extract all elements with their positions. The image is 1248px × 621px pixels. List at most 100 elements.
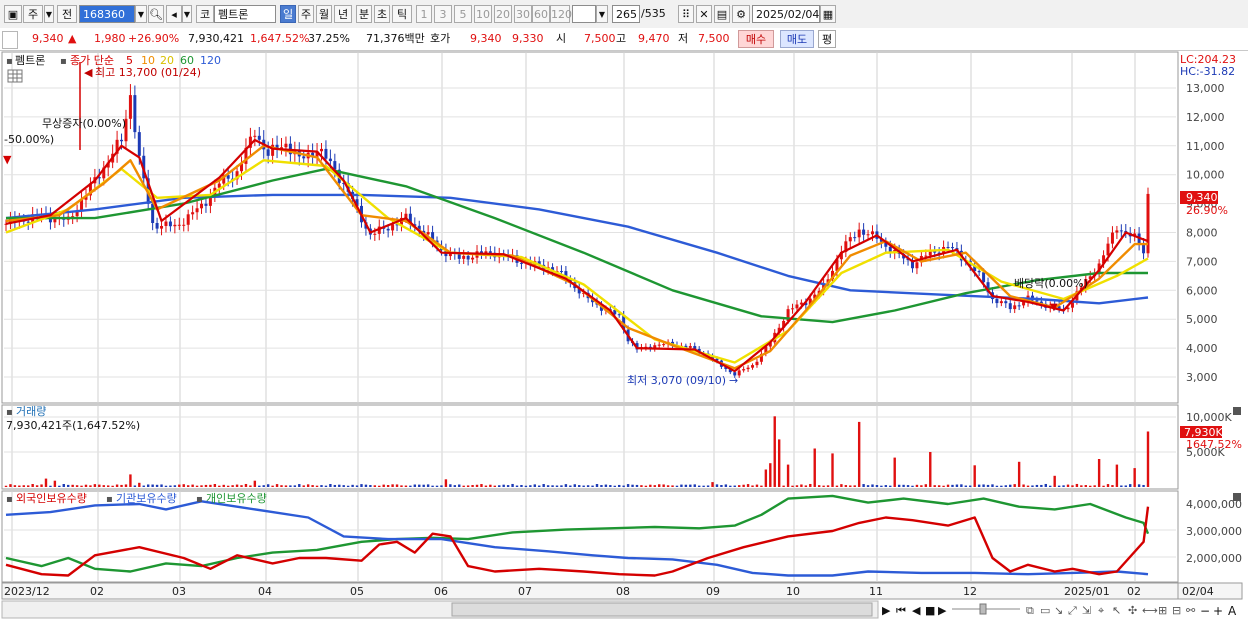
measure-icon[interactable]: ⟷: [1142, 604, 1158, 617]
tab-main[interactable]: 주: [23, 5, 43, 23]
volume-bar: [413, 484, 417, 487]
view-mode-icon[interactable]: ⧉: [1026, 604, 1034, 617]
volume-bar: [560, 485, 563, 487]
stock-name-field[interactable]: 펨트론: [214, 5, 276, 23]
period-year[interactable]: 년: [334, 5, 352, 23]
prev-button[interactable]: 전: [57, 5, 77, 23]
compare-icon[interactable]: ⊟: [1172, 604, 1181, 617]
search-icon[interactable]: 🔍︎: [148, 5, 164, 23]
volume-bar: [498, 485, 501, 487]
grid-icon[interactable]: ⠿: [678, 5, 694, 23]
crosshair-bottom-icon[interactable]: ⌖: [1098, 604, 1104, 617]
crosshair-icon[interactable]: ✕: [696, 5, 712, 23]
collapse-icon[interactable]: [2, 31, 18, 49]
fit-icon[interactable]: ⇲: [1082, 604, 1091, 617]
link-icon[interactable]: ⚯: [1186, 604, 1196, 617]
volume-bar: [404, 485, 408, 487]
holdings-panel-close-icon[interactable]: [1233, 493, 1241, 501]
scroll-thumb[interactable]: [451, 602, 873, 617]
volume-bar: [40, 484, 43, 487]
draw-line-icon[interactable]: ⤢: [1068, 604, 1077, 617]
period-month[interactable]: 월: [316, 5, 332, 23]
zoom-slider-handle[interactable]: [979, 603, 987, 615]
volume-bar: [986, 484, 990, 487]
volume-bar: [240, 485, 243, 487]
indicator-icon[interactable]: ⊞: [1158, 604, 1167, 617]
volume-bar: [991, 484, 994, 487]
stop-icon[interactable]: ■: [925, 604, 935, 617]
buy-button[interactable]: 매수: [738, 30, 774, 48]
first-page-icon[interactable]: ⏮: [896, 604, 906, 617]
interval-5[interactable]: 5: [454, 5, 472, 23]
draw-icon[interactable]: ↘: [1054, 604, 1063, 617]
volume-bar: [204, 484, 208, 487]
volume-bar: [324, 485, 328, 487]
period-day[interactable]: 일: [280, 5, 296, 23]
interval-30[interactable]: 30: [514, 5, 532, 23]
layout-icon[interactable]: ▭: [1040, 604, 1050, 617]
volume-bar: [618, 484, 621, 487]
custom-interval-field[interactable]: [572, 5, 596, 23]
zoom-out-icon[interactable]: −: [1200, 604, 1210, 618]
quote-bar: 9,340 ▲ 1,980 +26.90% 7,930,421 1,647.52…: [0, 28, 1248, 51]
code-dropdown-icon[interactable]: ▼: [135, 5, 147, 23]
price-axis-label: 6,000: [1186, 284, 1218, 297]
volume-bar: [595, 484, 599, 487]
period-week[interactable]: 주: [298, 5, 314, 23]
table-icon[interactable]: [7, 69, 23, 83]
volume-bar: [960, 484, 963, 487]
cursor-icon[interactable]: ↖: [1112, 604, 1121, 617]
volume-bar: [471, 485, 474, 487]
interval-120[interactable]: 120: [550, 5, 572, 23]
stock-chart[interactable]: 13,00012,00011,00010,0009,0008,0007,0006…: [0, 50, 1248, 621]
high-label: 고: [616, 32, 627, 45]
dividend-annotation: 배당락(0.00%): [1014, 277, 1088, 290]
sell-button[interactable]: 매도: [780, 30, 814, 48]
interval-20[interactable]: 20: [494, 5, 512, 23]
interval-1[interactable]: 1: [416, 5, 432, 23]
period-tick[interactable]: 틱: [392, 5, 412, 23]
period-second[interactable]: 초: [374, 5, 390, 23]
volume-bar: [582, 485, 585, 487]
scroll-right-icon[interactable]: ▶: [882, 604, 891, 617]
volume-bar: [826, 485, 830, 487]
volume-bar: [875, 485, 879, 487]
candle-body: [662, 344, 666, 346]
chevron-down-icon[interactable]: ▼: [44, 5, 54, 23]
next-page-icon[interactable]: ▶: [938, 604, 947, 617]
pan-icon[interactable]: ✣: [1128, 604, 1137, 617]
date-axis-label: 12: [963, 585, 977, 598]
volume-bar: [684, 484, 688, 487]
sound-icon[interactable]: ◂: [166, 5, 182, 23]
sound-dropdown-icon[interactable]: ▼: [182, 5, 192, 23]
gear-icon[interactable]: ⚙: [732, 5, 750, 23]
interval-60[interactable]: 60: [532, 5, 550, 23]
volume-bar: [200, 485, 203, 487]
chart-menu-icon[interactable]: ▣: [4, 5, 22, 23]
print-button[interactable]: 평: [818, 30, 836, 48]
open-value: 7,500: [584, 32, 616, 45]
date-field[interactable]: 2025/02/04: [752, 5, 820, 23]
volume-bar: [502, 484, 505, 487]
interval-3[interactable]: 3: [434, 5, 452, 23]
date-axis-label: 05: [350, 585, 364, 598]
prev-page-icon[interactable]: ◀: [912, 604, 921, 617]
volume-bar: [715, 484, 719, 487]
candle-body: [26, 221, 30, 223]
volume-bar: [635, 484, 639, 487]
volume-bar: [653, 485, 656, 487]
volume-bar: [1124, 485, 1127, 487]
period-minute[interactable]: 분: [356, 5, 372, 23]
custom-interval-dropdown-icon[interactable]: ▼: [596, 5, 608, 23]
hoga-label: 호가: [430, 32, 451, 45]
volume-panel-close-icon[interactable]: [1233, 407, 1241, 415]
interval-10[interactable]: 10: [474, 5, 492, 23]
zoom-in-icon[interactable]: +: [1213, 604, 1223, 618]
code-input[interactable]: 168360: [79, 5, 135, 23]
volume-bar: [769, 463, 772, 487]
count-field[interactable]: 265: [612, 5, 640, 23]
hoga-ask: 9,340: [470, 32, 502, 45]
save-icon[interactable]: ▤: [714, 5, 730, 23]
calendar-icon[interactable]: ▦: [820, 5, 836, 23]
text-size-icon[interactable]: A: [1228, 604, 1237, 618]
